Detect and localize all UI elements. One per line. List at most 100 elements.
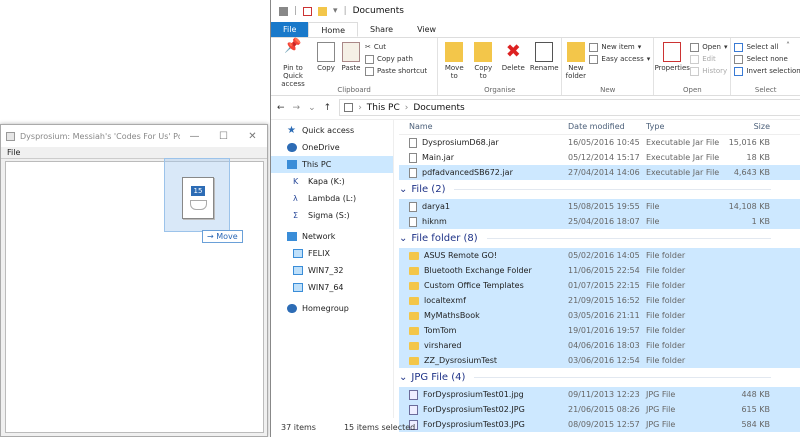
minimize-button[interactable]: —	[180, 131, 209, 142]
close-button[interactable]: ✕	[238, 131, 267, 142]
nav-win7-64[interactable]: WIN7_64	[271, 279, 393, 296]
this-pc-small-icon	[344, 103, 354, 112]
star-icon: ★	[287, 125, 296, 136]
open-button[interactable]: Open ▾	[690, 42, 727, 52]
forward-arrow-icon[interactable]: →	[293, 103, 301, 113]
up-arrow-icon[interactable]: ↑	[324, 103, 332, 113]
file-row[interactable]: Main.jar 05/12/2014 15:17 Executable Jar F…	[399, 150, 800, 165]
file-icon	[409, 201, 417, 212]
folder-icon	[409, 311, 419, 320]
new-folder-qat-icon[interactable]	[318, 6, 328, 16]
file-icon	[409, 216, 417, 227]
copy-path-button[interactable]: Copy path	[365, 54, 427, 64]
group-header-folder[interactable]: ⌄ File folder (8)	[399, 229, 800, 248]
tab-home[interactable]: Home	[308, 22, 359, 37]
folder-icon	[409, 266, 419, 275]
column-name[interactable]: Name	[399, 122, 568, 131]
select-none-button[interactable]: Select none	[734, 54, 800, 64]
jpg-row[interactable]: ForDysprosiumTest02.JPG 21/06/2015 08:26 J…	[399, 402, 800, 417]
chevron-down-icon: ⌄	[399, 184, 408, 195]
image-file-icon	[409, 389, 418, 400]
system-menu-icon[interactable]	[279, 6, 288, 16]
breadcrumb-documents[interactable]: Documents	[413, 103, 464, 113]
nav-homegroup[interactable]: Homegroup	[271, 300, 393, 317]
rename-icon	[535, 42, 554, 62]
ribbon: 📌 Pin to Quick access Copy Paste ✂ Cut Co…	[271, 38, 800, 96]
drive-icon: Σ	[293, 211, 299, 220]
folder-row[interactable]: Custom Office Templates 01/07/2015 22:15 F…	[399, 278, 800, 293]
select-all-button[interactable]: Select all	[734, 42, 800, 52]
nav-network[interactable]: Network	[271, 228, 393, 245]
breadcrumb-this-pc[interactable]: This PC	[367, 103, 400, 113]
nav-quick-access[interactable]: ★ Quick access	[271, 122, 393, 139]
new-item-icon	[589, 42, 599, 52]
drag-count-badge: 15	[191, 186, 205, 196]
paste-shortcut-button[interactable]: Paste shortcut	[365, 66, 427, 76]
selected-count: 15 items selected	[343, 423, 416, 432]
address-box[interactable]: › This PC › Documents	[339, 99, 800, 116]
nav-win7-32[interactable]: WIN7_32	[271, 262, 393, 279]
folder-icon	[409, 281, 419, 290]
edit-icon	[690, 54, 700, 64]
back-arrow-icon[interactable]: ←	[277, 103, 285, 113]
folder-row[interactable]: virshared 04/06/2016 18:03 File folder	[399, 338, 800, 353]
file-row[interactable]: hiknm 25/04/2016 18:07 File 1 KB	[399, 214, 800, 229]
nav-sigma-drive[interactable]: Σ Sigma (S:)	[271, 207, 393, 224]
nav-lambda-drive[interactable]: λ Lambda (L:)	[271, 190, 393, 207]
history-button[interactable]: History	[690, 66, 727, 76]
nav-this-pc[interactable]: This PC	[271, 156, 393, 173]
group-header-file[interactable]: ⌄ File (2)	[399, 180, 800, 199]
jar-file-icon	[409, 137, 417, 148]
drive-icon: K	[293, 177, 299, 186]
folder-row[interactable]: localtexmf 21/09/2015 16:52 File folder	[399, 293, 800, 308]
properties-icon	[663, 42, 682, 62]
file-row[interactable]: DysprosiumD68.jar 16/05/2016 10:45 Executa…	[399, 135, 800, 150]
cut-button[interactable]: ✂ Cut	[365, 42, 427, 52]
easy-access-button[interactable]: Easy access ▾	[589, 54, 650, 64]
file-row[interactable]: pdfadvancedSB672.jar 27/04/2014 14:06 Exec…	[399, 165, 800, 180]
nav-onedrive[interactable]: OneDrive	[271, 139, 393, 156]
image-file-icon	[409, 404, 418, 415]
nav-felix[interactable]: FELIX	[271, 245, 393, 262]
group-header-jpg[interactable]: ⌄ JPG File (4)	[399, 368, 800, 387]
chevron-down-icon: ⌄	[399, 233, 408, 244]
window-title: Documents	[352, 6, 404, 16]
recent-dropdown-icon[interactable]: ⌄	[308, 103, 316, 113]
invert-selection-button[interactable]: Invert selection	[734, 66, 800, 76]
menu-file[interactable]: File	[7, 148, 20, 157]
invert-selection-icon	[734, 66, 744, 76]
file-row[interactable]: darya1 15/08/2015 19:55 File 14,108 KB	[399, 199, 800, 214]
properties-qat-icon[interactable]	[303, 6, 313, 16]
chevron-down-icon: ⌄	[399, 372, 408, 383]
folder-row[interactable]: ASUS Remote GO! 05/02/2016 14:05 File fold…	[399, 248, 800, 263]
maximize-button[interactable]: ☐	[209, 131, 238, 142]
computer-icon	[287, 160, 297, 169]
ribbon-tabs: File Home Share View	[271, 22, 800, 38]
jpg-row[interactable]: ForDysprosiumTest01.jpg 09/11/2013 12:23 J…	[399, 387, 800, 402]
column-date[interactable]: Date modified	[568, 122, 646, 131]
homegroup-icon	[287, 304, 297, 313]
folder-row[interactable]: TomTom 19/01/2016 19:57 File folder	[399, 323, 800, 338]
tab-share[interactable]: Share	[358, 22, 405, 37]
folder-row[interactable]: Bluetooth Exchange Folder 11/06/2015 22:5…	[399, 263, 800, 278]
tab-view[interactable]: View	[405, 22, 448, 37]
file-list: Name Date modified Type Size DysprosiumD…	[399, 118, 800, 432]
collapse-ribbon-icon[interactable]: ˄	[786, 41, 790, 50]
java-app-icon	[6, 131, 15, 141]
new-item-button[interactable]: New item ▾	[589, 42, 650, 52]
tab-file[interactable]: File	[271, 22, 309, 37]
edit-button[interactable]: Edit	[690, 54, 727, 64]
paste-shortcut-icon	[365, 66, 374, 76]
new-group: New folder New item ▾ Easy access ▾ New	[562, 38, 655, 95]
folder-icon	[409, 326, 419, 335]
app-title-bar: Dysprosium: Messiah's 'Codes For Us' Pdf…	[1, 125, 267, 147]
history-icon	[690, 66, 700, 76]
folder-icon	[409, 356, 419, 365]
document-stack-icon: 15	[182, 177, 214, 219]
column-size[interactable]: Size	[726, 122, 774, 131]
folder-row[interactable]: ZZ_DysrosiumTest 03/06/2016 12:54 File fol…	[399, 353, 800, 368]
column-type[interactable]: Type	[646, 122, 726, 131]
qat-dropdown-icon[interactable]: ▾	[333, 6, 338, 16]
folder-row[interactable]: MyMathsBook 03/05/2016 21:11 File folder	[399, 308, 800, 323]
nav-kapa-drive[interactable]: K Kapa (K:)	[271, 173, 393, 190]
